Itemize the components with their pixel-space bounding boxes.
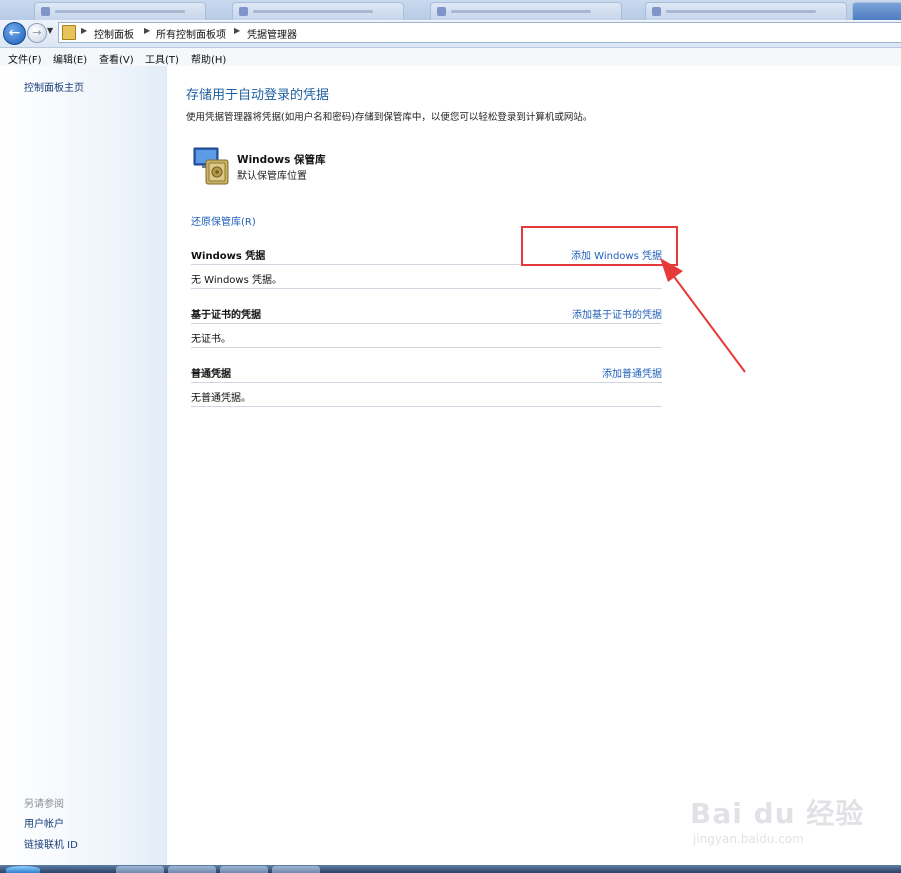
main-content: 存储用于自动登录的凭据 使用凭据管理器将凭据(如用户名和密码)存储到保管库中，以… — [167, 66, 901, 865]
tab-icon — [437, 7, 446, 16]
taskbar-app-button[interactable] — [272, 866, 320, 873]
menu-view[interactable]: 查看(V) — [99, 51, 134, 66]
see-also-heading: 另请参阅 — [24, 799, 64, 810]
section-divider — [191, 382, 662, 383]
annotation-highlight-box — [521, 226, 678, 266]
page-description: 使用凭据管理器将凭据(如用户名和密码)存储到保管库中，以便您可以轻松登录到计算机… — [186, 112, 593, 123]
certificate-credentials-section: 基于证书的凭据 添加基于证书的凭据 无证书。 — [191, 306, 662, 348]
browser-tab[interactable] — [34, 2, 206, 21]
menu-bar: 文件(F) 编辑(E) 查看(V) 工具(T) 帮助(H) — [0, 48, 901, 67]
tab-label-blurred — [451, 10, 591, 13]
add-generic-credential-link[interactable]: 添加普通凭据 — [602, 365, 662, 380]
taskbar-app-button[interactable] — [116, 866, 164, 873]
browser-tab[interactable] — [232, 2, 404, 21]
sidebar-link-online-id[interactable]: 链接联机 ID — [24, 836, 78, 851]
taskbar-app-button[interactable] — [220, 866, 268, 873]
vault-title[interactable]: Windows 保管库 — [237, 152, 326, 167]
baidu-jingyan-watermark: Bai du 经验 jingyan.baidu.com — [690, 776, 863, 856]
breadcrumb-chevron-icon[interactable]: ▶ — [81, 26, 87, 35]
section-empty-message: 无 Windows 凭据。 — [191, 275, 282, 286]
tab-icon — [41, 7, 50, 16]
recent-pages-chevron-down-icon[interactable]: ▼ — [47, 26, 53, 35]
generic-credentials-section: 普通凭据 添加普通凭据 无普通凭据。 — [191, 365, 662, 407]
breadcrumb-credential-manager[interactable]: 凭据管理器 — [247, 26, 297, 41]
control-panel-icon — [62, 25, 76, 40]
taskbar-start-button[interactable] — [6, 866, 40, 873]
back-arrow-icon[interactable]: ← — [3, 22, 26, 45]
left-sidebar: 控制面板主页 另请参阅 用户帐户 链接联机 ID — [0, 66, 167, 865]
tab-icon — [652, 7, 661, 16]
watermark-url: jingyan.baidu.com — [693, 832, 804, 846]
breadcrumb-chevron-icon[interactable]: ▶ — [144, 26, 150, 35]
tab-icon — [239, 7, 248, 16]
section-divider — [191, 288, 662, 289]
vault-subtitle: 默认保管库位置 — [237, 171, 307, 182]
breadcrumb-chevron-icon[interactable]: ▶ — [234, 26, 240, 35]
menu-file[interactable]: 文件(F) — [8, 51, 42, 66]
page-title: 存储用于自动登录的凭据 — [186, 88, 330, 103]
tab-label-blurred — [666, 10, 816, 13]
taskbar-app-button[interactable] — [168, 866, 216, 873]
section-title: Windows 凭据 — [191, 251, 266, 262]
breadcrumb-control-panel[interactable]: 控制面板 — [94, 26, 134, 41]
section-title: 基于证书的凭据 — [191, 310, 261, 321]
tab-label-blurred — [253, 10, 373, 13]
watermark-brand: Bai du 经验 — [690, 797, 865, 830]
forward-arrow-icon[interactable]: → — [27, 23, 47, 43]
windows-vault-safe-icon — [193, 147, 229, 185]
restore-vault-link[interactable]: 还原保管库(R) — [191, 213, 256, 228]
section-divider — [191, 323, 662, 324]
browser-tab[interactable] — [430, 2, 622, 21]
section-empty-message: 无证书。 — [191, 334, 231, 345]
section-empty-message: 无普通凭据。 — [191, 393, 251, 404]
section-title: 普通凭据 — [191, 369, 231, 380]
menu-edit[interactable]: 编辑(E) — [53, 51, 87, 66]
section-divider — [191, 406, 662, 407]
tab-label-blurred — [55, 10, 185, 13]
sidebar-control-panel-home[interactable]: 控制面板主页 — [24, 79, 84, 94]
browser-tab[interactable] — [645, 2, 847, 21]
sidebar-link-user-accounts[interactable]: 用户帐户 — [24, 815, 64, 830]
menu-tools[interactable]: 工具(T) — [145, 51, 179, 66]
breadcrumb-all-items[interactable]: 所有控制面板项 — [156, 26, 226, 41]
section-divider — [191, 347, 662, 348]
window-title-strip — [0, 0, 901, 21]
add-certificate-credential-link[interactable]: 添加基于证书的凭据 — [572, 306, 662, 321]
browser-tab-active[interactable] — [852, 2, 901, 21]
menu-help[interactable]: 帮助(H) — [191, 51, 226, 66]
address-bar[interactable]: ▶ 控制面板 ▶ 所有控制面板项 ▶ 凭据管理器 — [58, 22, 901, 43]
